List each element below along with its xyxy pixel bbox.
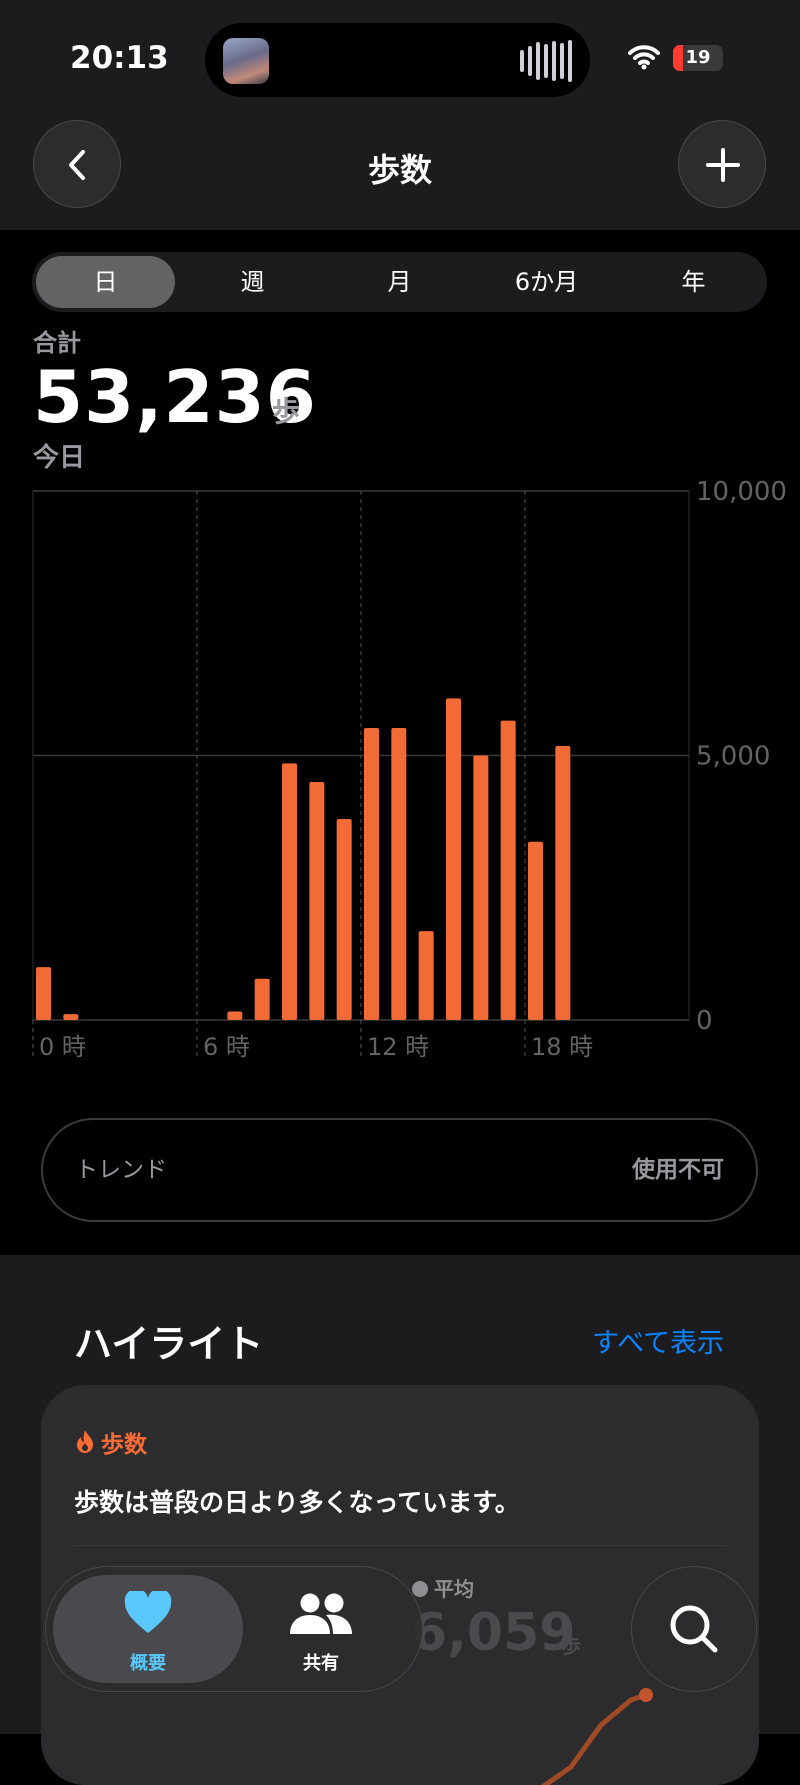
battery-percent: 19 [685, 47, 711, 68]
divider [74, 1545, 726, 1546]
add-data-button[interactable] [678, 120, 766, 208]
segment-day[interactable]: 日 [36, 256, 175, 308]
total-steps-unit: 歩 [272, 395, 301, 428]
tab-bar: 概要 共有 [45, 1566, 423, 1692]
show-all-link[interactable]: すべて表示 [592, 1321, 724, 1360]
segment-week[interactable]: 週 [179, 252, 326, 312]
highlight-text: 歩数は普段の日より多くなっています。 [74, 1488, 520, 1517]
bar-hour-12 [364, 727, 379, 1020]
people-icon [290, 1593, 352, 1634]
highlight-category: 歩数 [101, 1432, 147, 1458]
search-button[interactable] [631, 1566, 757, 1692]
bar-hour-16 [473, 755, 489, 1020]
battery-indicator: 19 [673, 45, 723, 71]
bar-hour-8 [254, 978, 270, 1020]
bar-hour-18 [528, 841, 543, 1020]
bar-hour-0 [36, 967, 51, 1020]
now-playing-artwork [223, 38, 269, 84]
bar-hour-14 [418, 931, 434, 1020]
x-tick-label: 6 時 [203, 1033, 250, 1061]
segment-month[interactable]: 月 [326, 252, 473, 312]
flame-icon [77, 1430, 93, 1453]
x-tick-label: 12 時 [367, 1033, 429, 1061]
total-label: 合計 [33, 329, 81, 357]
trend-row[interactable]: トレンド 使用不可 [41, 1118, 758, 1222]
trend-label: トレンド [75, 1157, 167, 1183]
bar-hour-11 [336, 818, 352, 1020]
audio-waveform-icon [520, 39, 572, 83]
status-time: 20:13 [70, 40, 169, 76]
bar-hour-17 [500, 720, 516, 1020]
highlights-title: ハイライト [74, 1322, 264, 1366]
heart-icon [124, 1591, 172, 1633]
tab-overview[interactable]: 概要 [53, 1567, 243, 1691]
x-tick-label: 18 時 [531, 1033, 593, 1061]
bar-hour-15 [446, 698, 461, 1020]
average-value: 6,059 [411, 1603, 576, 1663]
trend-value: 使用不可 [632, 1157, 724, 1183]
plus-icon [706, 148, 740, 182]
bar-hour-7 [227, 1011, 243, 1020]
period-segmented-control: 日 週 月 6か月 年 [32, 252, 767, 312]
segment-six-months[interactable]: 6か月 [473, 252, 620, 312]
date-label: 今日 [33, 443, 86, 473]
average-label: 平均 [434, 1577, 474, 1601]
tab-sharing-label: 共有 [303, 1653, 339, 1674]
x-tick-label: 0 時 [39, 1033, 86, 1061]
steps-bar-chart[interactable]: 0 5,000 10,000 0 時 6 時 12 時 18 時 [0, 480, 800, 1065]
tab-sharing[interactable]: 共有 [226, 1567, 416, 1691]
bar-hour-10 [309, 781, 325, 1020]
bar-hour-9 [282, 763, 297, 1020]
search-icon [670, 1605, 718, 1653]
bar-hour-13 [391, 727, 407, 1020]
segment-year[interactable]: 年 [620, 252, 767, 312]
wifi-icon [628, 45, 660, 70]
y-tick-label: 0 [696, 1006, 713, 1036]
tab-overview-label: 概要 [130, 1653, 166, 1674]
bar-hour-19 [555, 745, 571, 1020]
y-tick-label: 5,000 [696, 742, 770, 772]
average-unit: 歩 [561, 1634, 581, 1658]
y-tick-label: 10,000 [696, 480, 787, 507]
dynamic-island[interactable] [205, 23, 590, 97]
bar-hour-1 [63, 1014, 79, 1020]
